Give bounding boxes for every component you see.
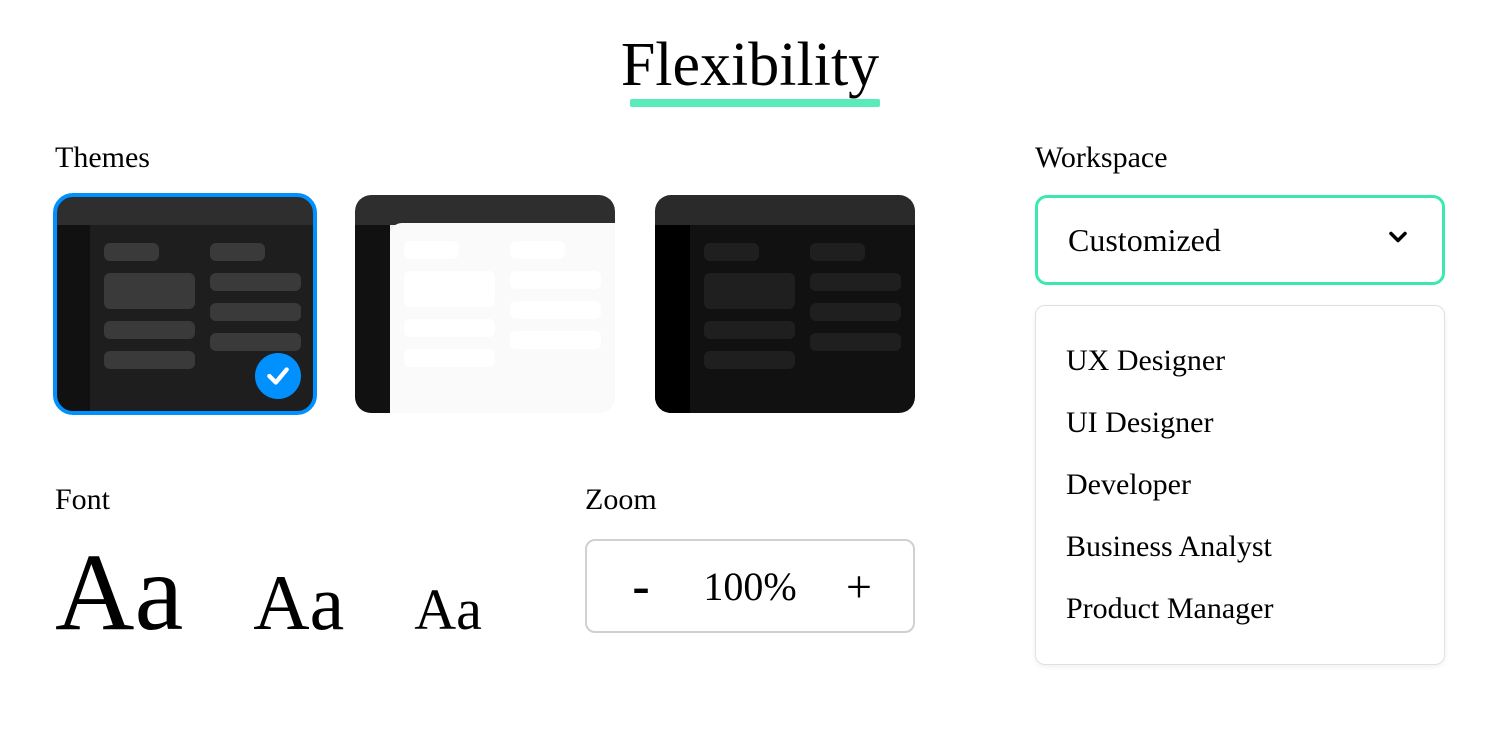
workspace-select[interactable]: Customized xyxy=(1035,195,1445,285)
zoom-control: - 100% + xyxy=(585,539,915,633)
zoom-value: 100% xyxy=(703,563,796,610)
workspace-selected-value: Customized xyxy=(1068,222,1221,259)
zoom-out-button[interactable]: - xyxy=(621,557,661,616)
workspace-option[interactable]: Business Analyst xyxy=(1036,516,1444,578)
page-title: Flexibility xyxy=(621,30,879,101)
themes-label: Themes xyxy=(55,141,915,175)
workspace-option[interactable]: UX Designer xyxy=(1036,330,1444,392)
zoom-label: Zoom xyxy=(585,483,915,517)
font-size-large[interactable]: Aa xyxy=(55,537,183,647)
theme-option-light[interactable] xyxy=(355,195,615,413)
font-label: Font xyxy=(55,483,525,517)
workspace-label: Workspace xyxy=(1035,141,1445,175)
theme-option-dark[interactable] xyxy=(55,195,315,413)
font-size-small[interactable]: Aa xyxy=(414,581,482,639)
theme-option-black[interactable] xyxy=(655,195,915,413)
workspace-option[interactable]: Product Manager xyxy=(1036,578,1444,640)
workspace-dropdown: UX Designer UI Designer Developer Busine… xyxy=(1035,305,1445,665)
workspace-option[interactable]: Developer xyxy=(1036,454,1444,516)
workspace-option[interactable]: UI Designer xyxy=(1036,392,1444,454)
themes-row xyxy=(55,195,915,413)
checkmark-icon xyxy=(255,353,301,399)
zoom-in-button[interactable]: + xyxy=(839,560,879,613)
chevron-down-icon xyxy=(1384,222,1412,259)
font-size-medium[interactable]: Aa xyxy=(253,564,344,642)
